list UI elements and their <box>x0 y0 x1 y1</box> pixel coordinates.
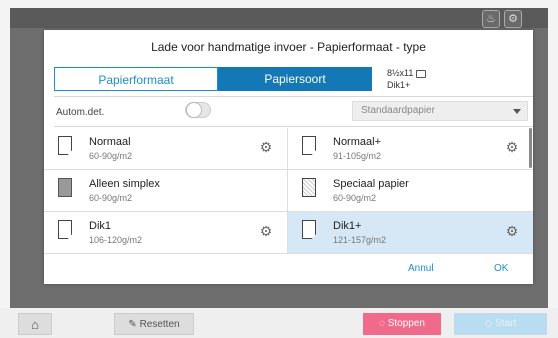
reset-button[interactable]: ✎ Resetten <box>114 313 194 335</box>
paper-type-weight: 60-90g/m2 <box>89 193 133 203</box>
auto-detect-label: Autom.det. <box>56 107 105 118</box>
paper-type-normaal[interactable]: Normaal 60-90g/m2 ⚙ <box>44 128 288 170</box>
paper-type-dik1-plus[interactable]: Dik1+ 121-157g/m2 ⚙ <box>288 212 533 254</box>
home-button[interactable]: ⌂ <box>18 313 52 335</box>
paper-icon <box>302 136 316 155</box>
stop-button[interactable]: ◌ Stoppen <box>363 313 441 335</box>
dropdown-value: Standaardpapier <box>361 105 435 116</box>
current-type: Dik1+ <box>387 80 411 90</box>
paper-type-weight: 121-157g/m2 <box>333 235 387 245</box>
scrollbar[interactable] <box>529 128 532 168</box>
chevron-down-icon <box>513 109 521 114</box>
paper-type-dik1[interactable]: Dik1 106-120g/m2 ⚙ <box>44 212 288 254</box>
paper-category-dropdown[interactable]: Standaardpapier <box>352 101 528 121</box>
current-size: 8½x11 <box>387 68 414 78</box>
pencil-icon: ✎ <box>128 319 137 330</box>
user-icon[interactable]: ⚙ <box>504 10 522 28</box>
paper-type-name: Alleen simplex <box>89 178 160 190</box>
stop-icon: ◌ <box>379 318 385 329</box>
tab-paper-size[interactable]: Papierformaat <box>54 67 218 91</box>
toggle-knob <box>186 102 202 118</box>
paper-type-speciaal-papier[interactable]: Speciaal papier 60-90g/m2 <box>288 170 533 212</box>
current-paper-info: 8½x11 Dik1+ <box>387 67 427 91</box>
settings-icon[interactable]: ⚙ <box>505 140 519 154</box>
start-button[interactable]: ◇ Start <box>454 313 547 335</box>
divider <box>54 126 533 127</box>
cancel-button[interactable]: Annul <box>408 263 434 274</box>
paper-type-weight: 91-105g/m2 <box>333 151 382 161</box>
dialog-title: Lade voor handmatige invoer - Papierform… <box>151 40 426 54</box>
paper-type-alleen-simplex[interactable]: Alleen simplex 60-90g/m2 <box>44 170 288 212</box>
stop-label: Stoppen <box>387 318 425 329</box>
paper-type-normaal-plus[interactable]: Normaal+ 91-105g/m2 ⚙ <box>288 128 533 170</box>
bell-icon[interactable]: ♨ <box>482 10 500 28</box>
settings-icon[interactable]: ⚙ <box>259 140 273 154</box>
paper-type-weight: 60-90g/m2 <box>89 151 133 161</box>
paper-orientation-icon <box>416 69 427 78</box>
home-icon: ⌂ <box>31 317 39 332</box>
paper-icon <box>58 178 72 197</box>
divider <box>54 96 533 97</box>
paper-type-name: Speciaal papier <box>333 178 409 190</box>
paper-icon <box>58 136 72 155</box>
settings-icon[interactable]: ⚙ <box>505 224 519 238</box>
tab-paper-type[interactable]: Papiersoort <box>218 67 372 91</box>
paper-type-name: Normaal+ <box>333 136 381 148</box>
start-icon: ◇ <box>484 318 493 329</box>
reset-label: Resetten <box>139 319 180 330</box>
paper-type-grid: Normaal 60-90g/m2 ⚙ Normaal+ 91-105g/m2 … <box>44 128 533 256</box>
ok-button[interactable]: OK <box>494 263 508 274</box>
paper-type-name: Dik1 <box>89 220 112 232</box>
settings-icon[interactable]: ⚙ <box>259 224 273 238</box>
paper-type-weight: 106-120g/m2 <box>89 235 143 245</box>
start-label: Start <box>495 318 517 329</box>
paper-icon <box>58 220 72 239</box>
paper-type-name: Normaal <box>89 136 131 148</box>
paper-icon <box>302 220 316 239</box>
auto-detect-toggle[interactable] <box>185 102 211 118</box>
top-bar <box>10 8 548 28</box>
paper-dialog: Lade voor handmatige invoer - Papierform… <box>44 30 533 284</box>
paper-type-weight: 60-90g/m2 <box>333 193 377 203</box>
paper-icon <box>302 178 316 197</box>
paper-type-name: Dik1+ <box>333 220 362 232</box>
